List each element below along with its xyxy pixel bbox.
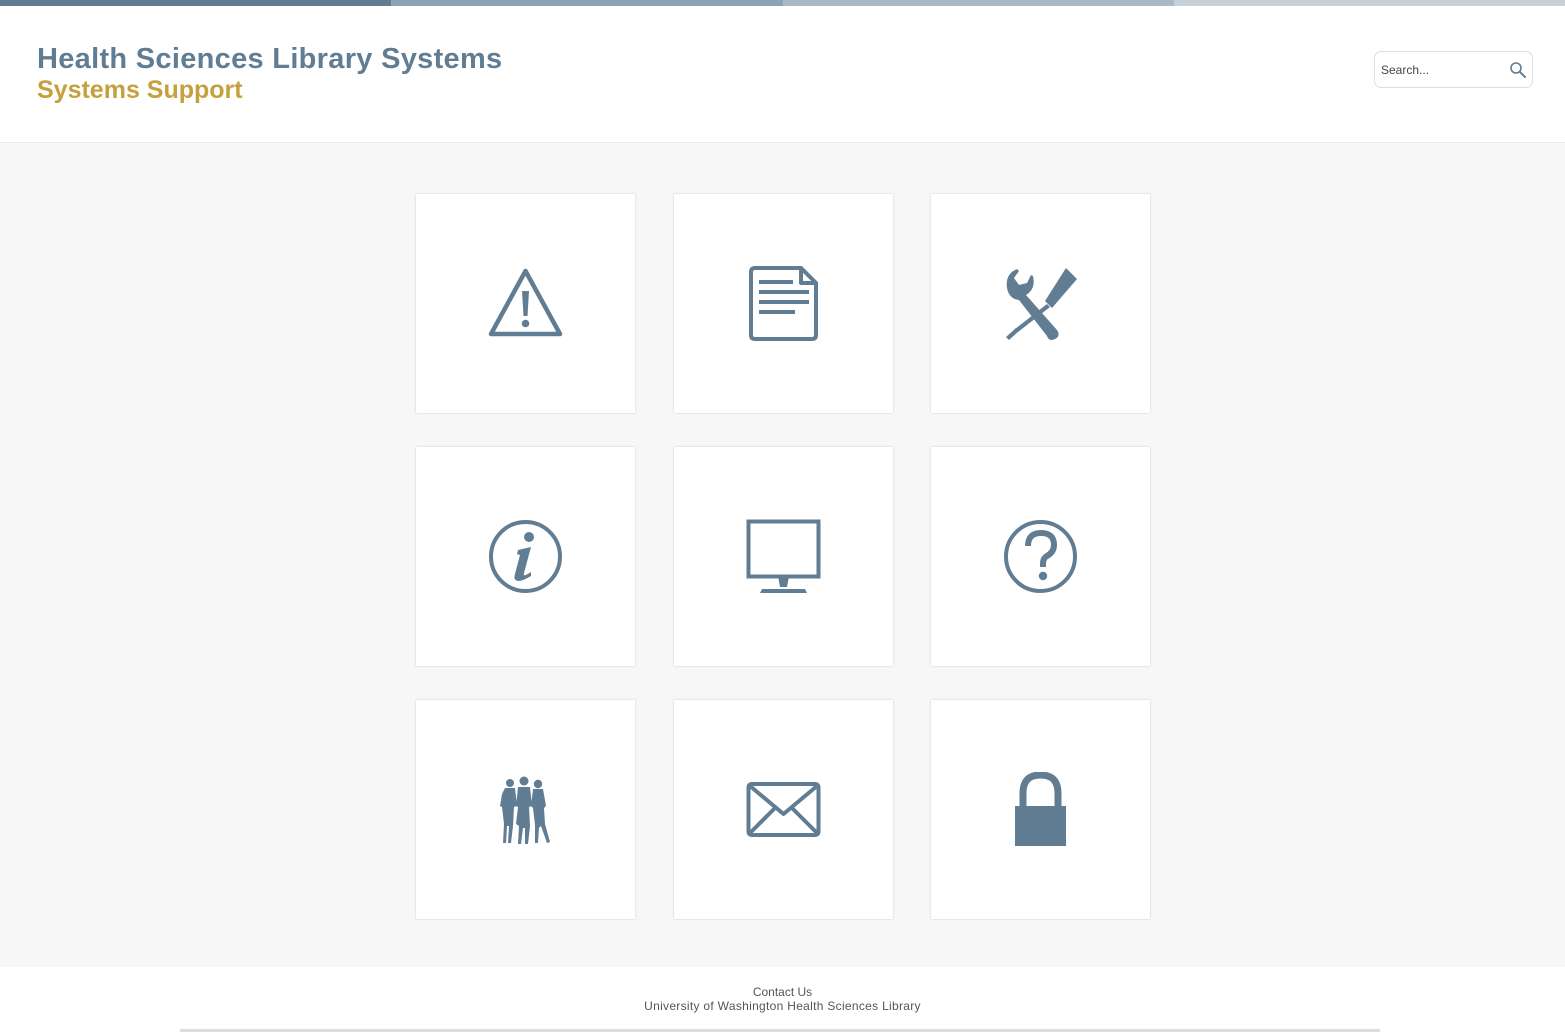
help-icon (1004, 520, 1077, 593)
tile-help[interactable] (931, 447, 1150, 666)
lock-icon (1015, 772, 1066, 846)
tile-tools[interactable] (931, 194, 1150, 413)
tile-documents[interactable] (674, 194, 893, 413)
search-icon[interactable] (1509, 61, 1527, 79)
search-box (1374, 51, 1533, 88)
tools-icon (1006, 268, 1077, 340)
tile-email[interactable] (674, 700, 893, 919)
site-footer: Contact Us University of Washington Heal… (0, 967, 1565, 1032)
monitor-icon (746, 519, 821, 593)
tile-people[interactable] (416, 700, 635, 919)
site-header: Health Sciences Library Systems Systems … (0, 6, 1565, 143)
search-input[interactable] (1381, 60, 1501, 80)
tile-grid (0, 143, 1565, 967)
document-icon (749, 266, 818, 341)
tile-computer[interactable] (674, 447, 893, 666)
tile-info[interactable] (416, 447, 635, 666)
site-title[interactable]: Health Sciences Library Systems (37, 42, 502, 76)
contact-us-link[interactable]: Contact Us (0, 985, 1565, 999)
mail-icon (746, 782, 821, 837)
warning-icon (488, 268, 563, 337)
tile-security[interactable] (931, 700, 1150, 919)
people-icon (500, 776, 550, 844)
site-subtitle: Systems Support (37, 76, 243, 104)
organization-name: University of Washington Health Sciences… (644, 999, 921, 1013)
tile-warning[interactable] (416, 194, 635, 413)
info-icon (489, 520, 562, 593)
